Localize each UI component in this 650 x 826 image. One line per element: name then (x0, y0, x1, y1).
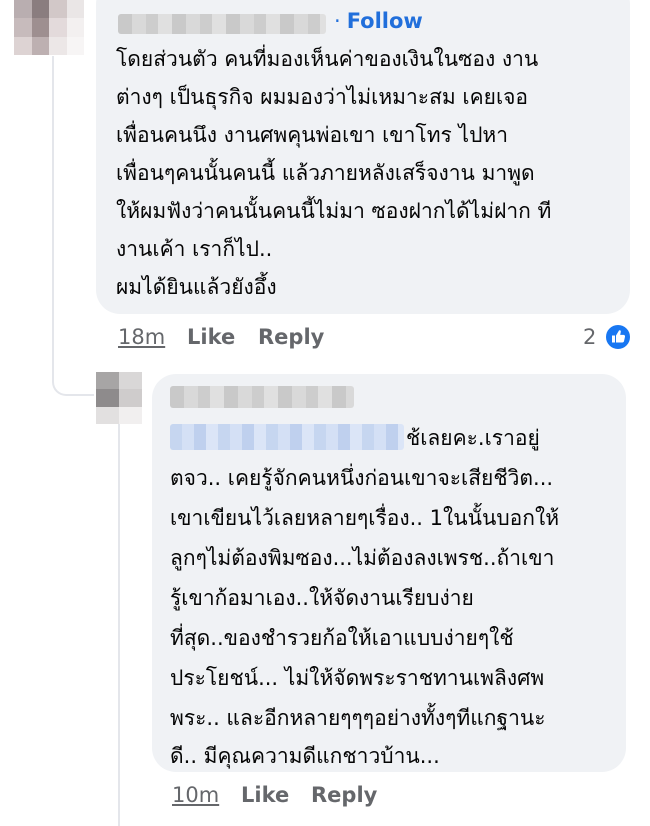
comment-text-line: ผมได้ยินแล้วยังอึ้ง (116, 275, 277, 299)
reply-thread-line (118, 424, 121, 826)
comment-text-line: เพื่อนคนนึง งานศพคุนพ่อเขา เขาโทร ไปหา (116, 123, 509, 147)
avatar[interactable] (14, 0, 84, 55)
comment-text-line: รู้เขาก้อมาเอง..ให้จัดงานเรียบง่าย (170, 586, 474, 610)
thumbs-up-icon[interactable] (604, 323, 632, 351)
comment-text-line: ดี.. มีคุณความดีแกชาวบ้าน... (170, 744, 440, 768)
commenter-name-redacted[interactable] (118, 14, 326, 34)
comment-text-line: ลูกๆไม่ต้องพิมซอง...ไม่ต้องลงเพรช..ถ้าเข… (170, 546, 555, 570)
follow-link[interactable]: · Follow (334, 9, 423, 33)
avatar[interactable] (96, 372, 142, 424)
separator-dot: · (334, 9, 341, 33)
comment-text-line: ช้เลยคะ.เราอยู่ (406, 426, 540, 450)
comment-text-line: งานเค้า เราก็ไป.. (116, 237, 273, 261)
comment-text-line: ตจว.. เคยรู้จักคนหนึ่งก่อนเขาจะเสียชีวิต… (170, 466, 554, 490)
comment-text-line: ประโยชน์... ไม่ให้จัดพระราชทานเพลิงศพ (170, 666, 545, 690)
comment-timestamp[interactable]: 18m (118, 325, 165, 349)
comment-text-line: โดยส่วนตัว คนที่มองเห็นค่าของเงินในซอง ง… (116, 47, 539, 71)
reply-thread-connector (52, 56, 94, 396)
reply-button[interactable]: Reply (258, 325, 324, 349)
follow-label: Follow (346, 9, 423, 33)
comment-text-line: เขาเขียนไว้เลยหลายๆเรื่อง.. 1ในนั้นบอกให… (170, 506, 560, 530)
like-button[interactable]: Like (187, 325, 235, 349)
reply-button[interactable]: Reply (311, 783, 377, 807)
comment-text-line: ต่างๆ เป็นธุรกิจ ผมมองว่าไม่เหมาะสม เคยเ… (116, 85, 529, 109)
comment-timestamp[interactable]: 10m (172, 783, 219, 807)
reaction-count[interactable]: 2 (583, 325, 596, 349)
mention-redacted[interactable] (170, 424, 404, 450)
comment-text-line: เพื่อนๆคนนั้นคนนี้ แล้วภายหลังเสร็จงาน ม… (116, 161, 535, 185)
commenter-name-redacted[interactable] (170, 386, 354, 408)
comment-text-line: ที่สุด..ของชำรวยก้อให้เอาแบบง่ายๆใช้ (170, 626, 514, 650)
like-button[interactable]: Like (241, 783, 289, 807)
comment-text-line: ให้ผมฟังว่าคนนั้นคนนี้ไม่มา ซองฝากได้ไม่… (116, 199, 552, 223)
comment-text-line: พระ.. และอีกหลายๆๆๆอย่างทั้งๆทีแกฐานะ (170, 706, 546, 730)
comment-thread: · Follow โดยส่วนตัว คนที่มองเห็นค่าของเงิ… (0, 0, 650, 826)
